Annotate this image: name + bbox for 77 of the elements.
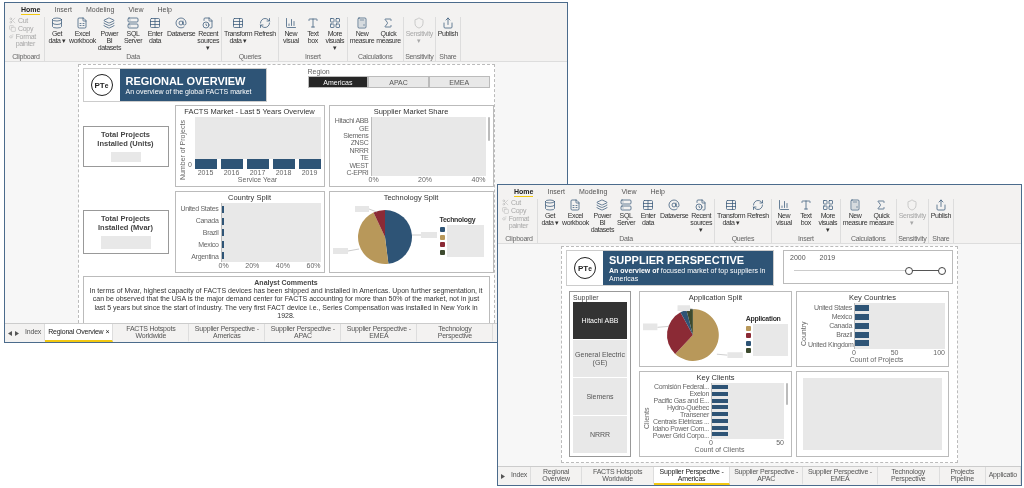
- bar-chart-icon: [284, 17, 297, 29]
- blank-label: [677, 305, 690, 311]
- scrollbar[interactable]: [487, 117, 490, 141]
- leader-line: [689, 307, 696, 311]
- scissors-icon: [502, 199, 509, 206]
- blank-label: [643, 323, 658, 331]
- grid-icon: [821, 199, 834, 211]
- blank-label: [727, 352, 743, 359]
- text-icon: [799, 199, 812, 211]
- bar: [298, 158, 321, 169]
- bar: [221, 217, 225, 225]
- report-title: REGIONAL OVERVIEW: [125, 74, 247, 87]
- copy-icon: [9, 25, 16, 32]
- layers-icon: [596, 199, 609, 211]
- bar: [712, 432, 728, 437]
- file-clock-icon: [695, 199, 708, 211]
- copy-icon: [502, 207, 509, 214]
- layers-icon: [103, 17, 116, 29]
- share-icon: [934, 199, 947, 211]
- bar: [272, 158, 295, 169]
- blank-label: [446, 225, 484, 257]
- bar: [221, 252, 225, 260]
- bar: [220, 158, 243, 169]
- next-icon[interactable]: [501, 473, 505, 479]
- spreadsheet-icon: [569, 199, 582, 211]
- refresh-icon: [751, 199, 764, 211]
- grid-icon: [328, 17, 341, 29]
- previous-icon[interactable]: [8, 330, 12, 336]
- at-sign-icon: [175, 17, 188, 29]
- leader-line: [368, 208, 377, 212]
- blank-label: [752, 323, 788, 356]
- database-icon: [51, 17, 63, 29]
- bar: [221, 240, 225, 248]
- bar: [194, 158, 217, 169]
- bar: [221, 229, 225, 237]
- bar: [221, 206, 225, 214]
- scissors-icon: [9, 17, 16, 24]
- shield-icon: [906, 199, 919, 211]
- blank-label: [354, 205, 369, 212]
- at-sign-icon: [668, 199, 681, 211]
- refresh-icon: [258, 17, 271, 29]
- bar-chart-icon: [777, 199, 790, 211]
- server-icon: [620, 199, 632, 211]
- share-icon: [441, 17, 454, 29]
- bar: [855, 305, 869, 312]
- shield-icon: [413, 17, 426, 29]
- leader-line: [347, 248, 359, 251]
- table-icon: [725, 199, 738, 211]
- leader-line: [716, 353, 728, 356]
- next-icon[interactable]: [15, 330, 19, 336]
- leader-line: [657, 326, 670, 328]
- paintbrush-icon: [9, 33, 14, 40]
- blank-label: [420, 231, 437, 238]
- bar: [855, 331, 869, 338]
- bar: [712, 425, 728, 430]
- slider-thumb[interactable]: [905, 266, 914, 275]
- bar: [712, 385, 728, 390]
- bar: [855, 340, 869, 347]
- calculator-icon: [356, 17, 369, 29]
- table-icon: [149, 17, 161, 29]
- paintbrush-icon: [502, 215, 507, 222]
- sigma-icon: [875, 199, 888, 211]
- sigma-icon: [382, 17, 395, 29]
- table-icon: [642, 199, 654, 211]
- calculator-icon: [849, 199, 862, 211]
- slider-thumb[interactable]: [938, 266, 946, 275]
- bar: [712, 405, 728, 410]
- spreadsheet-icon: [76, 17, 89, 29]
- scrollbar[interactable]: [786, 383, 788, 406]
- report-title: SUPPLIER PERSPECTIVE: [609, 253, 746, 266]
- server-icon: [127, 17, 139, 29]
- table-icon: [232, 17, 245, 29]
- database-icon: [544, 199, 556, 211]
- text-icon: [306, 17, 319, 29]
- bar: [246, 158, 269, 169]
- file-clock-icon: [202, 17, 215, 29]
- blank-label: [332, 247, 348, 254]
